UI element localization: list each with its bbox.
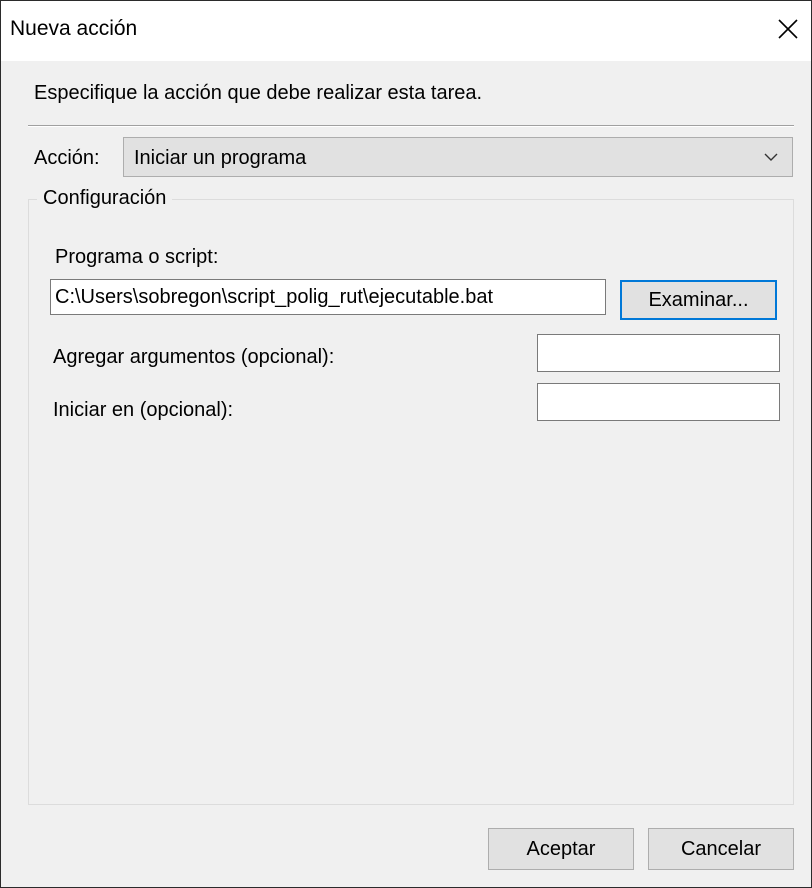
dialog-window: Nueva acción Especifique la acción que d… xyxy=(0,0,812,888)
start-in-input[interactable] xyxy=(537,383,780,421)
window-title: Nueva acción xyxy=(10,17,138,40)
action-dropdown[interactable]: Iniciar un programa xyxy=(123,137,793,177)
title-bar: Nueva acción xyxy=(1,1,811,61)
instruction-area: Especifique la acción que debe realizar … xyxy=(1,61,811,121)
close-icon xyxy=(778,19,798,39)
close-button[interactable] xyxy=(765,1,811,61)
arguments-input[interactable] xyxy=(537,334,780,372)
ok-button[interactable]: Aceptar xyxy=(488,828,634,870)
instruction-text: Especifique la acción que debe realizar … xyxy=(34,82,483,104)
chevron-down-icon xyxy=(764,153,778,161)
action-selected-value: Iniciar un programa xyxy=(134,147,307,169)
program-input[interactable] xyxy=(50,279,606,315)
browse-button[interactable]: Examinar... xyxy=(620,280,777,320)
settings-group-label: Configuración xyxy=(37,187,173,210)
cancel-button[interactable]: Cancelar xyxy=(648,828,794,870)
program-label: Programa o script: xyxy=(55,246,219,268)
action-label: Acción: xyxy=(34,147,100,169)
header-separator xyxy=(28,125,794,127)
start-in-label: Iniciar en (opcional): xyxy=(53,399,234,421)
arguments-label: Agregar argumentos (opcional): xyxy=(53,346,335,368)
